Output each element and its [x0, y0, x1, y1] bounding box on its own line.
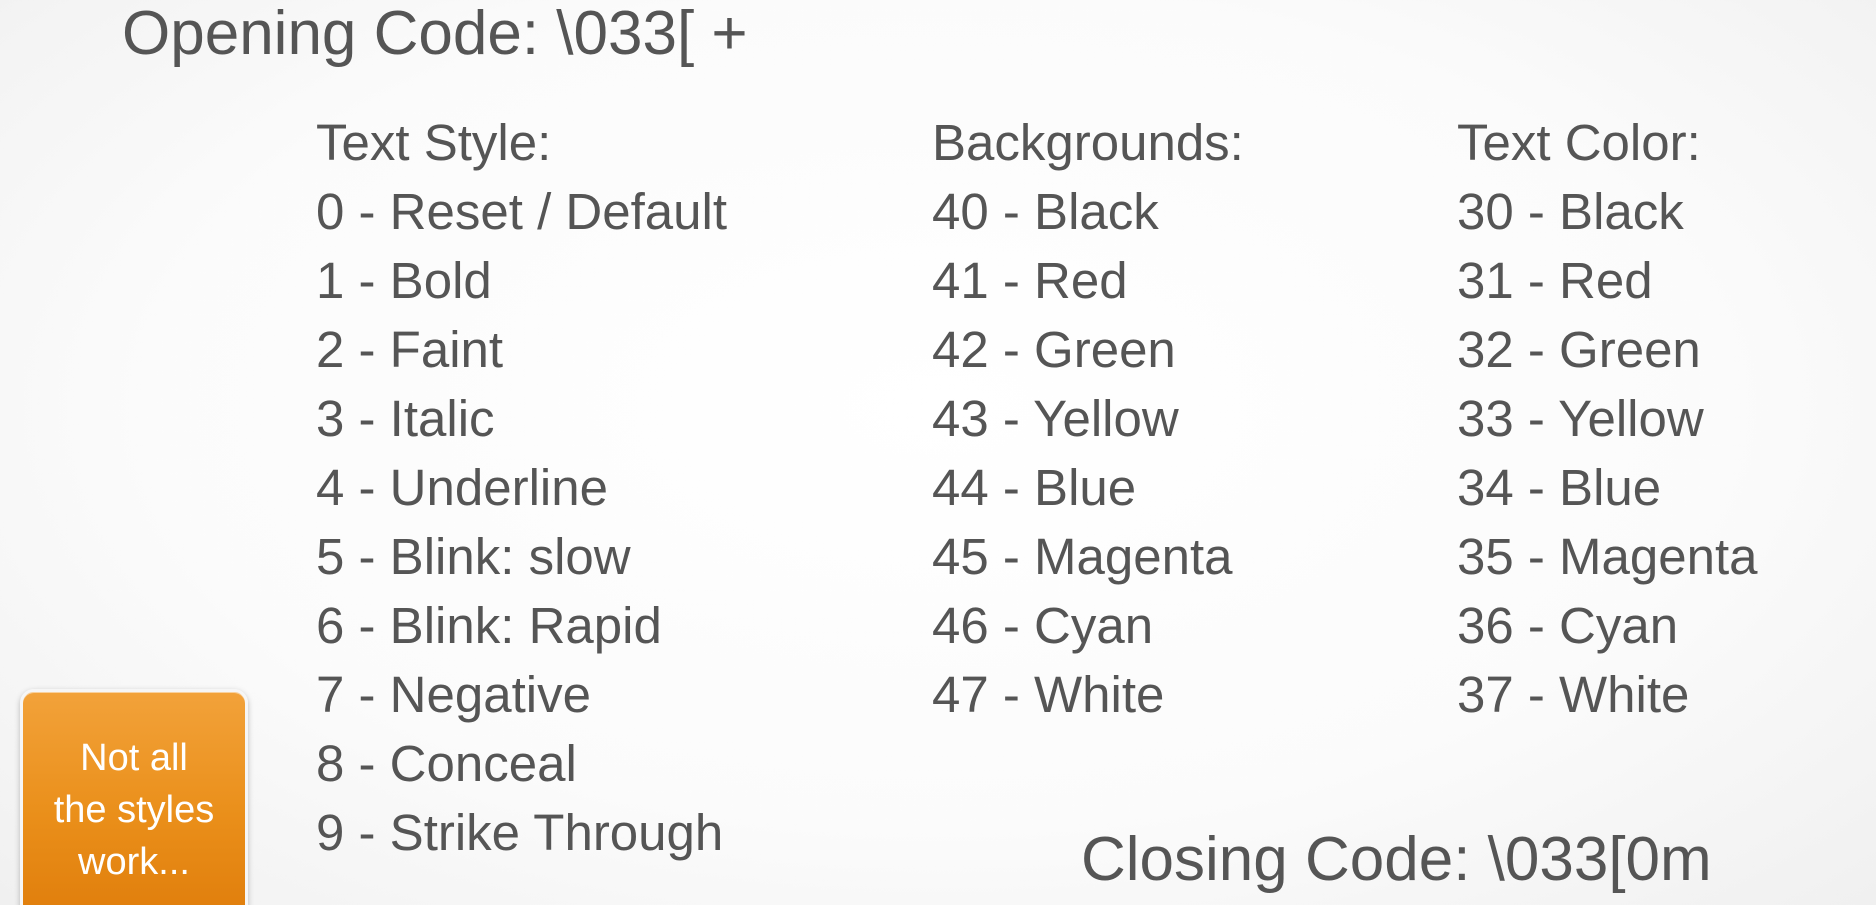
text-style-header: Text Style:	[316, 114, 552, 171]
text-style-item: 2 - Faint	[316, 321, 504, 378]
text-style-item: 0 - Reset / Default	[316, 183, 728, 240]
text-color-item: 34 - Blue	[1457, 459, 1662, 516]
note-line: Not all	[80, 737, 188, 779]
note-line: the styles	[53, 789, 215, 831]
styles-warning-note: Not all the styles work...	[20, 689, 248, 905]
backgrounds-column: Backgrounds: 40 - Black 41 - Red 42 - Gr…	[932, 108, 1244, 729]
background-item: 41 - Red	[932, 252, 1128, 309]
background-item: 47 - White	[932, 666, 1165, 723]
opening-code-heading: Opening Code: \033[ +	[122, 0, 748, 68]
text-style-item: 1 - Bold	[316, 252, 492, 309]
background-item: 40 - Black	[932, 183, 1159, 240]
text-color-item: 33 - Yellow	[1457, 390, 1704, 447]
text-color-column: Text Color: 30 - Black 31 - Red 32 - Gre…	[1457, 108, 1758, 729]
background-item: 46 - Cyan	[932, 597, 1154, 654]
text-style-column: Text Style: 0 - Reset / Default 1 - Bold…	[316, 108, 727, 867]
background-item: 45 - Magenta	[932, 528, 1233, 585]
text-style-item: 3 - Italic	[316, 390, 495, 447]
background-item: 43 - Yellow	[932, 390, 1179, 447]
backgrounds-header: Backgrounds:	[932, 114, 1244, 171]
text-style-item: 7 - Negative	[316, 666, 591, 723]
text-style-item: 8 - Conceal	[316, 735, 577, 792]
text-color-header: Text Color:	[1457, 114, 1701, 171]
text-style-item: 9 - Strike Through	[316, 804, 724, 861]
text-style-item: 4 - Underline	[316, 459, 608, 516]
closing-code-heading: Closing Code: \033[0m	[1081, 825, 1712, 894]
note-line: work...	[78, 841, 190, 883]
text-style-item: 6 - Blink: Rapid	[316, 597, 662, 654]
text-style-item: 5 - Blink: slow	[316, 528, 631, 585]
text-color-item: 31 - Red	[1457, 252, 1653, 309]
text-color-item: 32 - Green	[1457, 321, 1701, 378]
text-color-item: 37 - White	[1457, 666, 1690, 723]
text-color-item: 35 - Magenta	[1457, 528, 1758, 585]
text-color-item: 30 - Black	[1457, 183, 1684, 240]
background-item: 42 - Green	[932, 321, 1176, 378]
text-color-item: 36 - Cyan	[1457, 597, 1679, 654]
background-item: 44 - Blue	[932, 459, 1137, 516]
